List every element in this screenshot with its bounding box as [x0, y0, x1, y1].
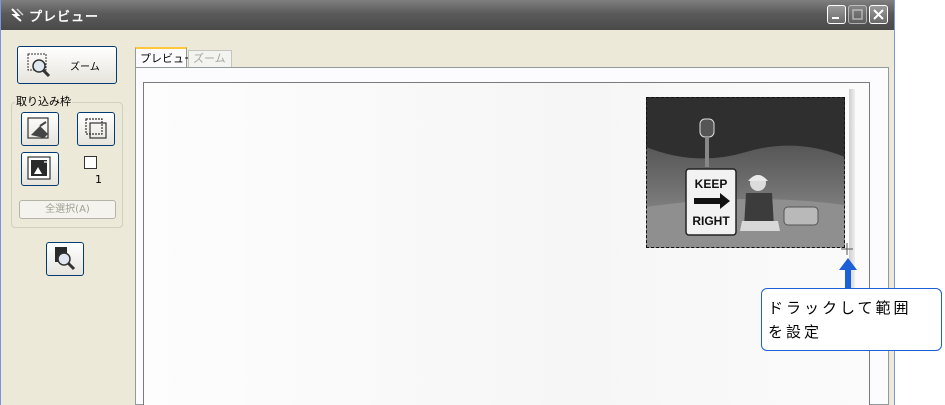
preview-frame-button[interactable] [21, 152, 59, 186]
select-all-button[interactable]: 全選択(A) [19, 200, 116, 219]
callout-line-2: を設定 [768, 323, 823, 341]
preview-frame-icon [27, 156, 51, 180]
minimize-button[interactable] [827, 5, 846, 24]
close-icon [873, 9, 884, 20]
callout-arrow-icon [839, 258, 857, 288]
preview-button[interactable] [46, 242, 84, 276]
auto-locate-icon [27, 117, 49, 139]
close-button[interactable] [869, 5, 888, 24]
minimize-icon [832, 17, 839, 19]
scanner-app-icon [11, 8, 24, 22]
frame-count-label: 1 [95, 173, 102, 186]
maximize-icon [852, 9, 863, 20]
crosshair-cursor-icon [841, 243, 853, 255]
maximize-button[interactable] [848, 5, 867, 24]
tool-panel: ズーム 取り込み枠 1 全選択(A) [1, 30, 129, 405]
selection-marquee[interactable] [646, 97, 845, 248]
copy-frame-icon [85, 118, 107, 139]
window-title: プレビュー [29, 10, 100, 25]
frame-count-checkbox[interactable] [84, 156, 97, 169]
auto-locate-button[interactable] [21, 112, 59, 146]
zoom-button[interactable]: ズーム [17, 46, 117, 84]
preview-magnifier-icon [55, 247, 76, 271]
tab-preview[interactable]: プレビュー [135, 47, 195, 67]
drag-hint-callout: ドラックして範囲 を設定 [761, 288, 942, 351]
tab-zoom[interactable]: ズーム [188, 50, 232, 67]
zoom-button-label: ズーム [70, 62, 100, 73]
copy-frame-button[interactable] [77, 112, 115, 146]
frame-group-label: 取り込み枠 [15, 93, 72, 109]
title-bar[interactable]: プレビュー [1, 0, 894, 30]
magnifier-marquee-icon [27, 53, 51, 78]
callout-line-1: ドラックして範囲 [768, 299, 912, 317]
